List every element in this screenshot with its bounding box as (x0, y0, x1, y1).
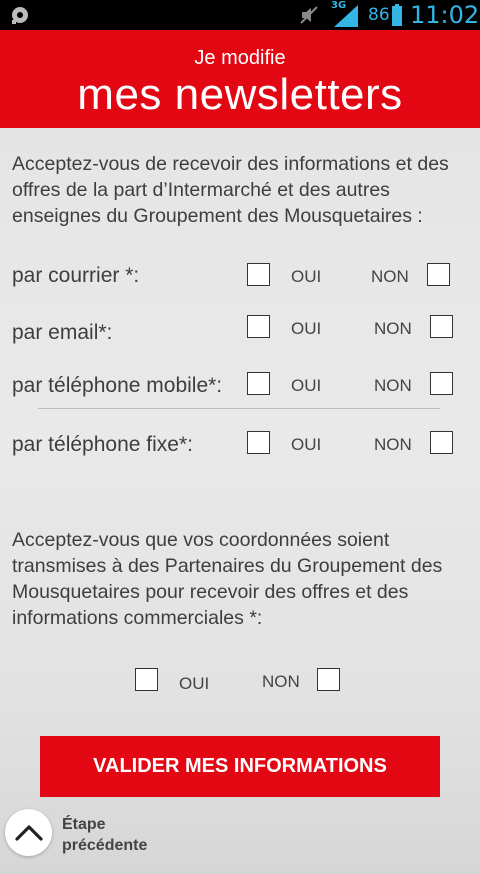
header-subtitle: Je modifie (194, 47, 286, 69)
partners-consent-question: Acceptez-vous que vos coordonnées soient… (12, 529, 443, 629)
intermarche-consent-question: Acceptez-vous de recevoir des informatio… (12, 153, 449, 227)
row-label-email: par email*: (12, 321, 113, 344)
fixe-oui-checkbox[interactable] (247, 431, 270, 454)
row-label-fixe: par téléphone fixe*: (12, 433, 193, 456)
previous-step-button[interactable] (5, 809, 52, 856)
email-oui-checkbox[interactable] (247, 315, 270, 338)
previous-step-line2: précédente (62, 837, 148, 854)
courrier-non-checkbox[interactable] (427, 263, 450, 286)
row-label-mobile: par téléphone mobile*: (12, 374, 223, 397)
email-non-checkbox[interactable] (430, 315, 453, 338)
mobile-non-label: NON (374, 376, 412, 395)
signal-icon (334, 5, 358, 27)
email-oui-label: OUI (291, 319, 322, 338)
clock: 11:02 (410, 1, 480, 29)
mute-icon (300, 6, 318, 24)
mobile-oui-label: OUI (291, 376, 322, 395)
fixe-oui-label: OUI (291, 435, 322, 454)
courrier-oui-checkbox[interactable] (247, 263, 270, 286)
previous-step-link[interactable]: Étape précédente (62, 814, 182, 856)
previous-step-line1: Étape (62, 816, 106, 833)
row-label-courrier: par courrier *: (12, 264, 140, 287)
fixe-non-checkbox[interactable] (430, 431, 453, 454)
mobile-non-checkbox[interactable] (430, 372, 453, 395)
partners-oui-checkbox[interactable] (135, 668, 158, 691)
settings-icon (12, 7, 28, 24)
mobile-oui-checkbox[interactable] (247, 372, 270, 395)
battery-icon (392, 4, 402, 26)
courrier-oui-label: OUI (291, 267, 322, 286)
status-bar: 3G 86 11:02 (0, 0, 480, 30)
partners-non-label: NON (262, 672, 300, 691)
battery-percent: 86 (368, 5, 390, 25)
email-non-label: NON (374, 319, 412, 338)
fixe-non-label: NON (374, 435, 412, 454)
divider (38, 408, 440, 409)
page-header: Je modifie mes newsletters (0, 30, 480, 128)
chevron-up-icon (15, 825, 43, 841)
page-title: mes newsletters (77, 70, 403, 119)
partners-oui-label: OUI (179, 674, 210, 693)
courrier-non-label: NON (371, 267, 409, 286)
partners-non-checkbox[interactable] (317, 668, 340, 691)
validate-button[interactable]: VALIDER MES INFORMATIONS (40, 736, 440, 797)
